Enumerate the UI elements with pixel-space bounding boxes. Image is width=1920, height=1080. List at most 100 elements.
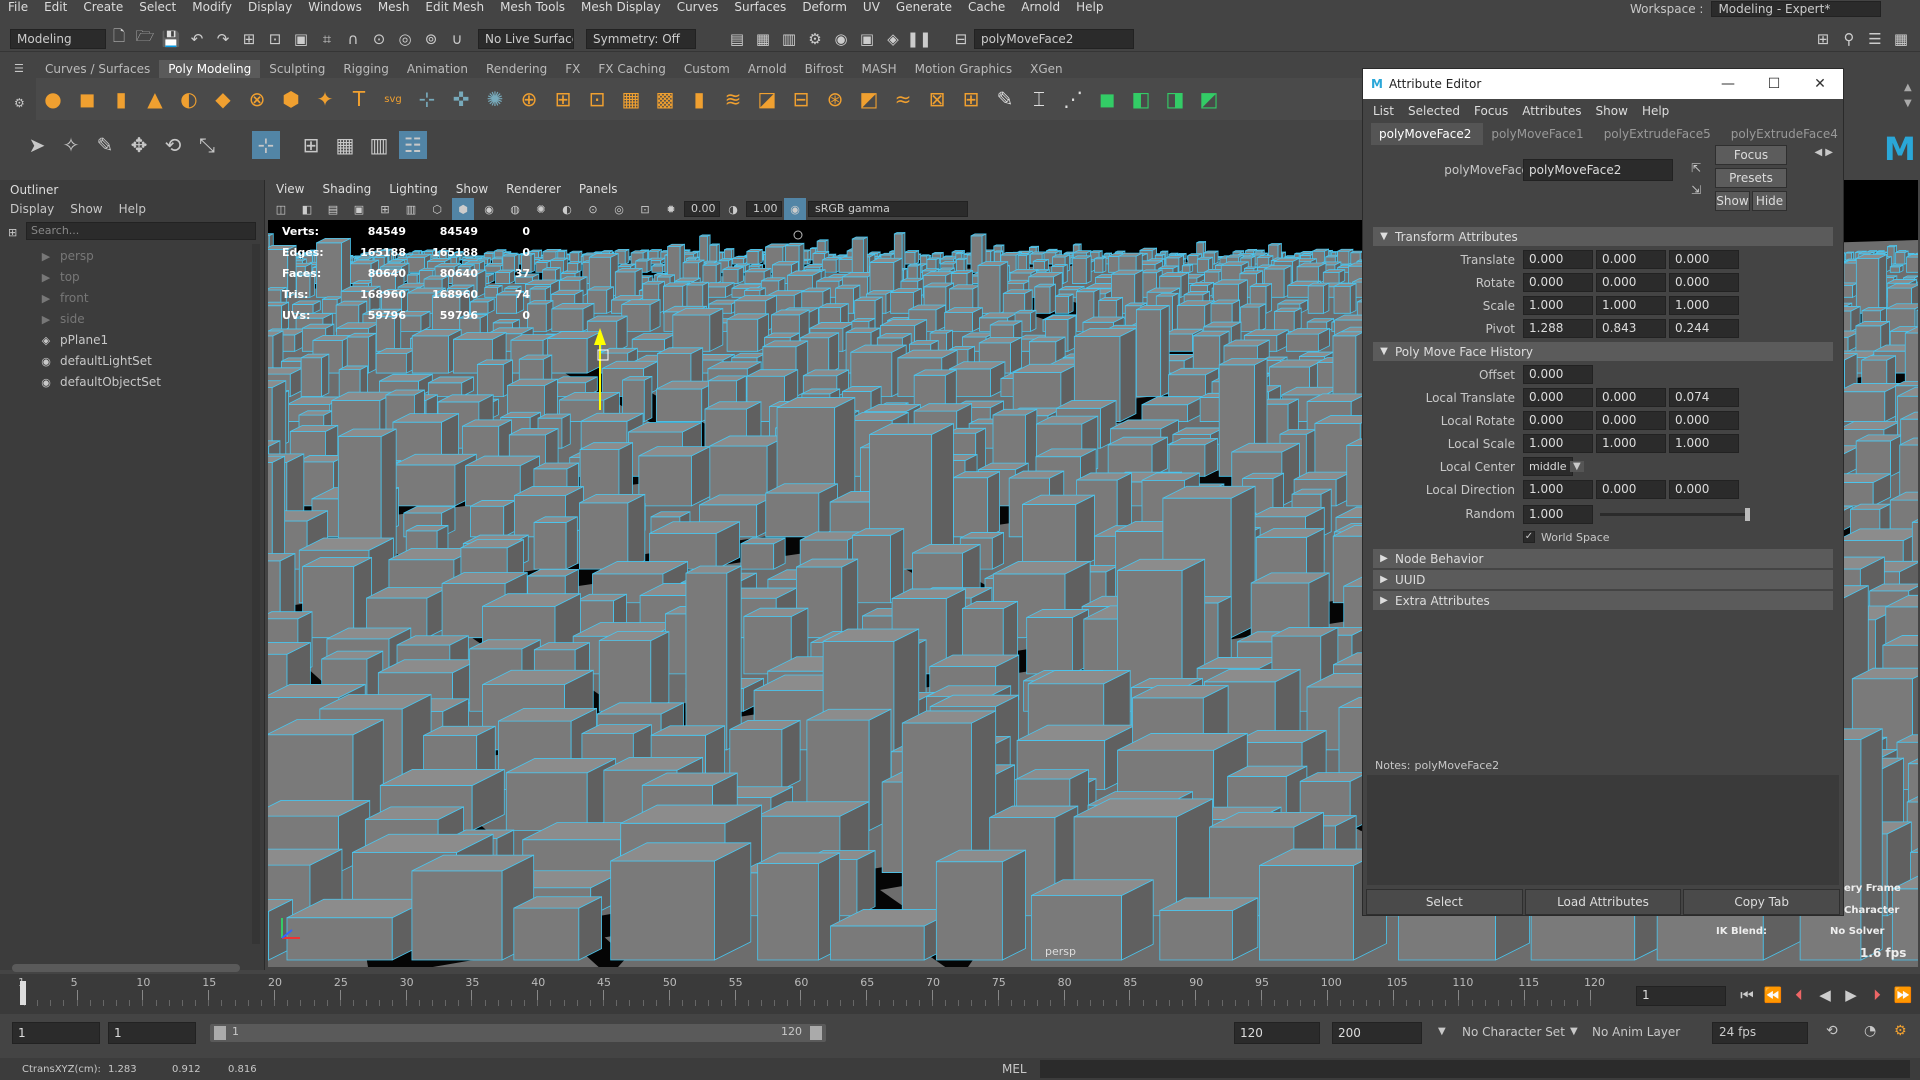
insert-edge-loop-icon[interactable]: ⌶: [1025, 85, 1053, 113]
shelf-tab-animation[interactable]: Animation: [398, 60, 477, 78]
shelf-tab-mash[interactable]: MASH: [852, 60, 905, 78]
uv-planar-icon[interactable]: ◼: [1093, 85, 1121, 113]
attr-field-x[interactable]: 0.000: [1523, 273, 1593, 292]
anim-layer-dropdown[interactable]: No Anim Layer: [1592, 1025, 1680, 1039]
attr-field-x[interactable]: 0.000: [1523, 388, 1593, 407]
shelf-tab-curves-surfaces[interactable]: Curves / Surfaces: [36, 60, 159, 78]
ae-menu-help[interactable]: Help: [1642, 104, 1669, 118]
resolution-gate-icon[interactable]: ⊡: [634, 198, 656, 220]
menu-deform[interactable]: Deform: [794, 0, 855, 14]
viewport-menu-panels[interactable]: Panels: [579, 182, 618, 196]
menu-create[interactable]: Create: [75, 0, 131, 14]
channel-box-icon[interactable]: ☰: [1864, 28, 1886, 50]
select-tool-icon[interactable]: ➤: [23, 131, 51, 159]
section-node-behavior[interactable]: ▶ Node Behavior: [1373, 549, 1833, 568]
tab-polymoveface1[interactable]: polyMoveFace1: [1483, 123, 1595, 145]
combine-icon[interactable]: ⊕: [515, 85, 543, 113]
section-extra-attributes[interactable]: ▶ Extra Attributes: [1373, 591, 1833, 610]
attr-field-z[interactable]: 1.000: [1669, 296, 1739, 315]
character-set-dropdown[interactable]: No Character Set: [1462, 1025, 1565, 1039]
shadows-icon[interactable]: ◐: [556, 198, 578, 220]
outliner-item-side[interactable]: ▶ side: [0, 309, 264, 330]
show-button[interactable]: Show: [1715, 191, 1750, 211]
menu-file[interactable]: File: [0, 0, 36, 14]
ae-menu-attributes[interactable]: Attributes: [1522, 104, 1581, 118]
presets-button[interactable]: Presets: [1715, 168, 1787, 188]
attr-field-y[interactable]: 1.000: [1596, 434, 1666, 453]
booleans-icon[interactable]: ▩: [651, 85, 679, 113]
live-surface-field[interactable]: No Live Surface: [478, 28, 574, 49]
local-center-dropdown[interactable]: middle: [1523, 457, 1573, 476]
outliner-item-defaultobjectset[interactable]: ◉ defaultObjectSet: [0, 372, 264, 393]
gamma-icon[interactable]: ◑: [722, 198, 744, 220]
select-object-icon[interactable]: ⊡: [264, 28, 286, 50]
select-component-icon[interactable]: ▣: [290, 28, 312, 50]
tab-polyextrudeface4[interactable]: polyExtrudeFace4: [1723, 123, 1850, 145]
chevron-down-icon[interactable]: ▼: [1438, 1026, 1446, 1037]
extract-icon[interactable]: ⊡: [583, 85, 611, 113]
step-forward-key-icon[interactable]: ⏩: [1892, 984, 1914, 1006]
snap-curve-icon[interactable]: ∩: [342, 28, 364, 50]
fps-dropdown[interactable]: 24 fps: [1712, 1022, 1808, 1044]
range-start-handle[interactable]: [214, 1026, 226, 1040]
notes-textarea[interactable]: [1367, 775, 1839, 885]
playback-start-field[interactable]: 1: [108, 1022, 196, 1044]
tab-polyextrudeface5[interactable]: polyExtrudeFace5: [1596, 123, 1723, 145]
film-gate-icon[interactable]: ▥: [400, 198, 422, 220]
menu-curves[interactable]: Curves: [669, 0, 727, 14]
make-hole-icon[interactable]: ⊞: [957, 85, 985, 113]
center-pivot-icon[interactable]: ✺: [481, 85, 509, 113]
menu-mesh-display[interactable]: Mesh Display: [573, 0, 669, 14]
ae-menu-list[interactable]: List: [1373, 104, 1394, 118]
attr-field-x[interactable]: 0.000: [1523, 250, 1593, 269]
menu-display[interactable]: Display: [240, 0, 300, 14]
exposure-field[interactable]: 0.00: [684, 201, 720, 217]
workspace-dropdown[interactable]: Modeling - Expert*: [1711, 1, 1882, 17]
attr-field-z[interactable]: 0.000: [1669, 250, 1739, 269]
transform-attributes-section[interactable]: ▼ Transform Attributes: [1373, 227, 1833, 246]
shelf-tab-fx-caching[interactable]: FX Caching: [589, 60, 674, 78]
maximize-icon[interactable]: ☐: [1751, 76, 1797, 92]
menu-generate[interactable]: Generate: [888, 0, 960, 14]
magnet-icon[interactable]: ∪: [446, 28, 468, 50]
menu-modify[interactable]: Modify: [184, 0, 240, 14]
attr-field-z[interactable]: 1.000: [1669, 434, 1739, 453]
move-tool-icon[interactable]: ✥: [125, 131, 153, 159]
attr-field-x[interactable]: 0.000: [1523, 411, 1593, 430]
attr-field-z[interactable]: 0.000: [1669, 273, 1739, 292]
uv-cylindrical-icon[interactable]: ◧: [1127, 85, 1155, 113]
attr-field-y[interactable]: 0.000: [1596, 388, 1666, 407]
poly-cube-icon[interactable]: ◼: [73, 85, 101, 113]
select-button[interactable]: Select: [1366, 889, 1523, 915]
step-forward-frame-icon[interactable]: ⏵: [1866, 984, 1888, 1006]
outliner-menu-help[interactable]: Help: [119, 202, 146, 216]
paint-select-icon[interactable]: ✎: [91, 131, 119, 159]
offset-field[interactable]: 0.000: [1523, 365, 1593, 384]
shelf-tab-rigging[interactable]: Rigging: [334, 60, 397, 78]
shelf-tab-poly-modeling[interactable]: Poly Modeling: [159, 60, 261, 78]
textured-icon[interactable]: ◍: [504, 198, 526, 220]
camera-select-icon[interactable]: ◫: [270, 198, 292, 220]
go-output-icon[interactable]: ⇲: [1691, 183, 1701, 197]
persp-outliner-layout-icon[interactable]: ▦: [331, 131, 359, 159]
menu-surfaces[interactable]: Surfaces: [726, 0, 794, 14]
filter-icon[interactable]: ⊞: [8, 226, 17, 239]
remesh-icon[interactable]: ◪: [753, 85, 781, 113]
outliner-item-top[interactable]: ▶ top: [0, 267, 264, 288]
range-end-handle[interactable]: [810, 1026, 822, 1040]
poly-cylinder-icon[interactable]: ▮: [107, 85, 135, 113]
attr-field-y[interactable]: 0.000: [1596, 273, 1666, 292]
undo-icon[interactable]: ↶: [186, 28, 208, 50]
script-language[interactable]: MEL: [1002, 1062, 1027, 1076]
go-input-icon[interactable]: ⇱: [1691, 161, 1701, 175]
arnold-render-icon[interactable]: ◈: [882, 28, 904, 50]
xray-icon[interactable]: ◎: [608, 198, 630, 220]
focus-button[interactable]: Focus: [1715, 145, 1787, 165]
chevron-down-icon[interactable]: ▼: [1570, 1026, 1578, 1037]
outliner-item-front[interactable]: ▶ front: [0, 288, 264, 309]
gamma-field[interactable]: 1.00: [746, 201, 782, 217]
svg-icon[interactable]: svg: [379, 85, 407, 113]
shelf-tab-rendering[interactable]: Rendering: [477, 60, 556, 78]
camera-attributes-icon[interactable]: ◧: [296, 198, 318, 220]
outliner-hscrollbar[interactable]: [12, 964, 240, 972]
